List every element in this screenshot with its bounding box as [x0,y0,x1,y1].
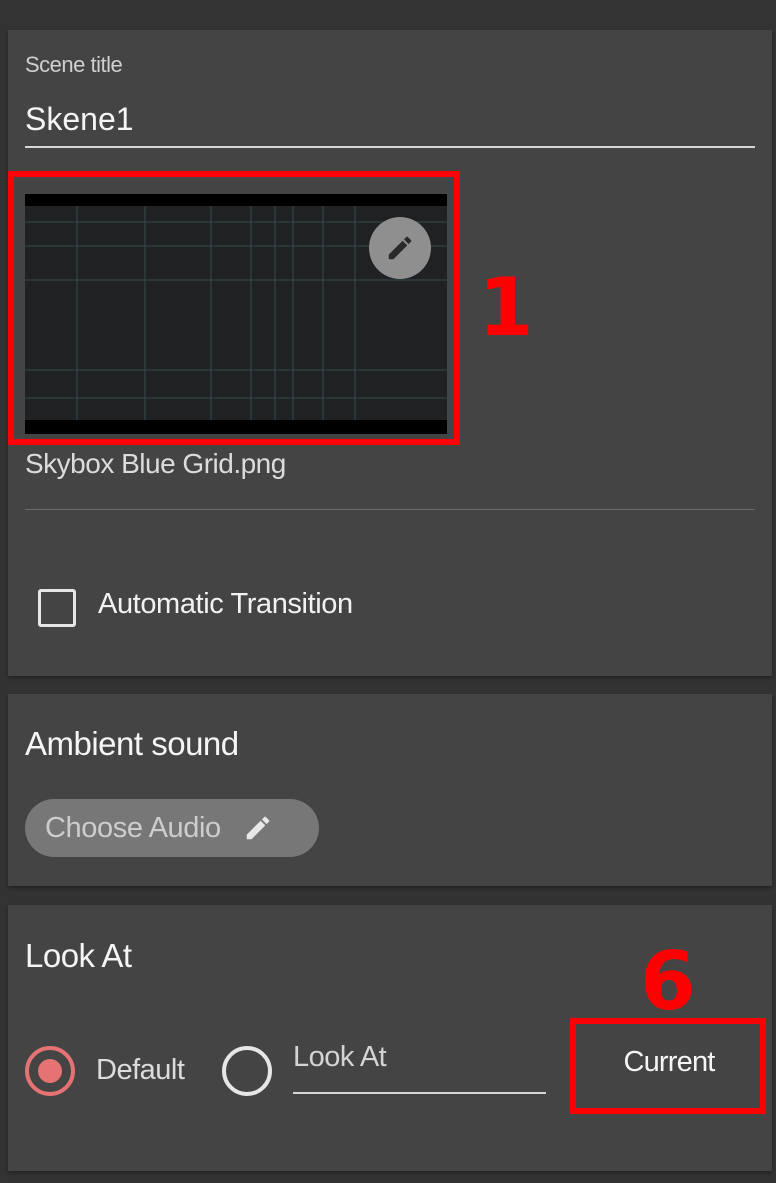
image-file-name: Skybox Blue Grid.png [25,448,286,479]
callout-number-6: 6 [640,935,696,1028]
highlight-box-6 [570,1018,766,1114]
default-radio-label[interactable]: Default [96,1054,185,1087]
choose-audio-button[interactable]: Choose Audio [25,799,319,857]
ambient-sound-panel: Ambient sound Choose Audio [8,694,772,886]
callout-number-1: 1 [478,261,534,354]
automatic-transition-label[interactable]: Automatic Transition [98,588,353,621]
radio-selected-dot [38,1059,62,1083]
scene-title-input[interactable] [25,92,755,148]
look-at-title: Look At [25,937,132,974]
ambient-sound-title: Ambient sound [25,725,239,762]
scene-title-label: Scene title [25,52,123,77]
default-radio[interactable] [25,1046,75,1096]
look-at-panel: Look At Default Current 6 [8,905,772,1171]
automatic-transition-checkbox[interactable] [38,589,76,627]
choose-audio-label: Choose Audio [45,811,221,844]
pencil-icon [243,813,273,843]
highlight-box-1 [8,171,460,445]
scene-settings-panel: Scene title Skene1 1 Skybox Blue Grid.pn… [8,30,772,676]
look-at-radio[interactable] [222,1046,272,1096]
look-at-input[interactable] [293,1036,546,1094]
divider [25,509,755,510]
